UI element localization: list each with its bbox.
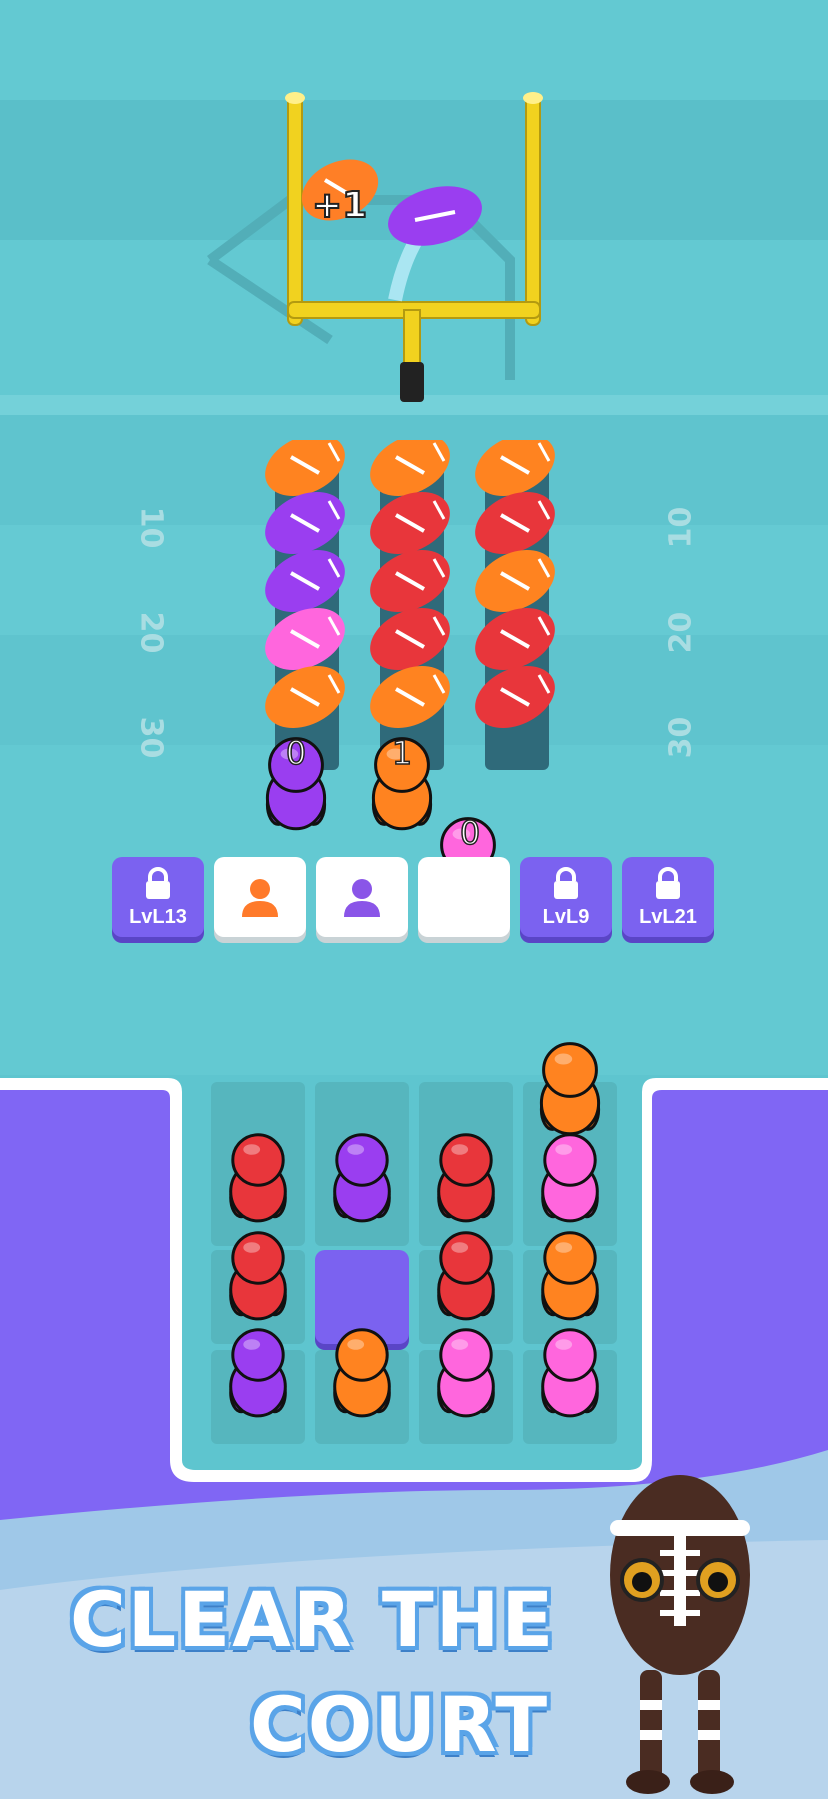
open-slot[interactable] — [316, 857, 408, 937]
player-counter: 1 — [391, 733, 413, 773]
football-icon — [388, 186, 482, 302]
player-figure[interactable] — [541, 1133, 599, 1223]
player-figure[interactable] — [541, 1231, 599, 1321]
promo-headline-line1: CLEAR THE — [70, 1575, 556, 1664]
player-figure[interactable] — [229, 1328, 287, 1418]
lock-icon — [656, 867, 680, 899]
lock-icon — [146, 867, 170, 899]
person-icon — [242, 879, 278, 917]
player-figure[interactable] — [437, 1231, 495, 1321]
slot-level-label: LvL9 — [542, 906, 590, 928]
open-slot[interactable] — [418, 857, 510, 937]
yard-marker: 30 — [133, 716, 169, 759]
player-figure[interactable] — [229, 1133, 287, 1223]
yard-marker: 30 — [663, 716, 699, 759]
locked-slot[interactable]: LvL13 — [112, 857, 204, 937]
player-figure[interactable] — [333, 1133, 391, 1223]
player-figure[interactable] — [541, 1328, 599, 1418]
slot-level-label: LvL21 — [639, 906, 697, 928]
person-icon — [344, 879, 380, 917]
player-counter: 0 — [459, 813, 481, 853]
player-figure[interactable] — [539, 1042, 601, 1136]
lock-icon — [554, 867, 578, 899]
yard-marker: 10 — [133, 506, 169, 549]
promo-headline-line2: COURT — [250, 1680, 550, 1769]
yard-marker: 20 — [133, 611, 169, 654]
yard-marker: 10 — [663, 506, 699, 549]
player-figure[interactable] — [229, 1231, 287, 1321]
locked-slot[interactable]: LvL9 — [520, 857, 612, 937]
open-slot[interactable] — [214, 857, 306, 937]
slot-level-label: LvL13 — [129, 906, 187, 928]
yard-marker: 20 — [663, 611, 699, 654]
board-players — [229, 1042, 601, 1418]
player-counter: 0 — [285, 733, 307, 773]
player-figure[interactable] — [333, 1328, 391, 1418]
game-scene: 10 20 30 10 20 30 +1 0 1 0 LvL13 LvL9 Lv… — [0, 0, 828, 1799]
player-figure[interactable] — [437, 1328, 495, 1418]
locked-slot[interactable]: LvL21 — [622, 857, 714, 937]
score-popup: +1 — [311, 184, 368, 227]
player-figure[interactable] — [437, 1133, 495, 1223]
football-mascot — [610, 1475, 750, 1794]
